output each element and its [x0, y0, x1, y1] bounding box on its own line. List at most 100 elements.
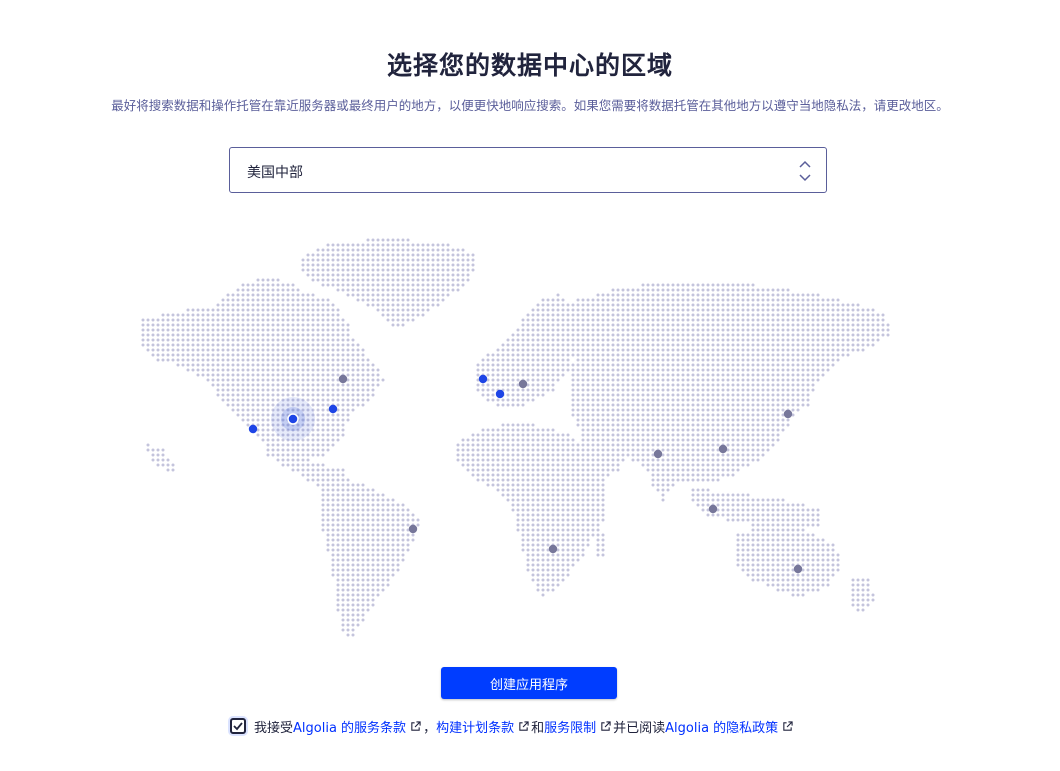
map-dot: [371, 588, 375, 592]
map-dot: [346, 518, 350, 522]
map-dot: [226, 373, 230, 377]
map-dot: [516, 373, 520, 377]
map-dot: [861, 583, 865, 587]
map-dot: [576, 348, 580, 352]
map-dot: [586, 538, 590, 542]
map-dot: [641, 383, 645, 387]
map-dot: [341, 533, 345, 537]
map-dot: [346, 353, 350, 357]
map-dot: [561, 308, 565, 312]
map-dot: [616, 293, 620, 297]
map-dot: [351, 338, 355, 342]
map-dot: [816, 343, 820, 347]
map-dot: [726, 368, 730, 372]
map-dot: [621, 348, 625, 352]
map-dot: [391, 508, 395, 512]
map-dot: [726, 458, 730, 462]
map-dot: [441, 273, 445, 277]
map-dot: [196, 373, 200, 377]
map-dot: [586, 348, 590, 352]
map-dot: [411, 253, 415, 257]
map-dot: [756, 518, 760, 522]
map-dot: [841, 328, 845, 332]
map-dot: [801, 553, 805, 557]
map-dot: [286, 318, 290, 322]
map-dot: [561, 558, 565, 562]
map-dot: [416, 283, 420, 287]
map-dot: [586, 303, 590, 307]
map-dot: [396, 513, 400, 517]
map-dot: [621, 453, 625, 457]
map-dot: [571, 548, 575, 552]
map-dot: [711, 513, 715, 517]
map-dot: [351, 363, 355, 367]
map-dot: [721, 508, 725, 512]
map-dot: [506, 363, 510, 367]
map-dot: [806, 568, 810, 572]
map-dot: [326, 538, 330, 542]
map-dot: [736, 433, 740, 437]
map-dot: [706, 403, 710, 407]
map-dot: [506, 468, 510, 472]
map-dot: [526, 358, 530, 362]
map-dot: [231, 398, 235, 402]
map-dot: [791, 528, 795, 532]
map-dot: [746, 508, 750, 512]
map-dot: [736, 428, 740, 432]
map-dot: [551, 518, 555, 522]
map-dot: [611, 413, 615, 417]
map-dot: [326, 263, 330, 267]
map-dot: [701, 413, 705, 417]
map-dot: [241, 353, 245, 357]
map-dot: [396, 243, 400, 247]
map-dot: [276, 333, 280, 337]
map-dot: [406, 538, 410, 542]
map-dot: [541, 433, 545, 437]
map-dot: [271, 448, 275, 452]
map-dot: [146, 323, 150, 327]
map-dot: [356, 518, 360, 522]
map-dot: [221, 303, 225, 307]
map-dot: [611, 298, 615, 302]
map-dot: [336, 318, 340, 322]
map-dot: [696, 458, 700, 462]
map-dot: [346, 528, 350, 532]
map-dot: [771, 518, 775, 522]
map-dot: [546, 358, 550, 362]
map-dot: [261, 343, 265, 347]
map-dot: [396, 238, 400, 242]
map-dot: [406, 533, 410, 537]
map-dot: [296, 318, 300, 322]
map-dot: [781, 558, 785, 562]
map-dot: [791, 293, 795, 297]
map-dot: [726, 493, 730, 497]
map-dot: [721, 463, 725, 467]
map-dot: [191, 358, 195, 362]
map-dot: [256, 398, 260, 402]
map-dot: [761, 423, 765, 427]
map-dot: [756, 408, 760, 412]
map-dot: [741, 288, 745, 292]
region-select[interactable]: 美国中部: [229, 147, 827, 193]
map-dot: [266, 388, 270, 392]
map-dot: [256, 393, 260, 397]
map-dot: [706, 458, 710, 462]
map-dot: [221, 393, 225, 397]
map-dot: [586, 403, 590, 407]
map-dot: [696, 293, 700, 297]
map-dot: [696, 383, 700, 387]
map-dot: [661, 403, 665, 407]
map-dot: [356, 498, 360, 502]
map-dot: [371, 513, 375, 517]
map-dot: [646, 418, 650, 422]
map-dot: [761, 383, 765, 387]
map-dot: [531, 433, 535, 437]
map-dot: [456, 278, 460, 282]
map-dot: [626, 383, 630, 387]
map-dot: [686, 473, 690, 477]
map-dot: [531, 438, 535, 442]
map-dot: [531, 523, 535, 527]
map-dot: [541, 468, 545, 472]
map-dot: [826, 343, 830, 347]
map-dot: [741, 358, 745, 362]
